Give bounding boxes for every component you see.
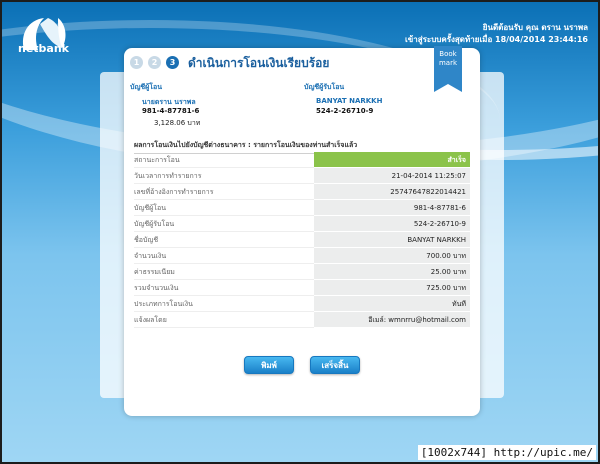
row-label: วันเวลาการทำรายการ <box>134 168 314 184</box>
print-button[interactable]: พิมพ์ <box>244 356 294 374</box>
row-label: ชื่อบัญชี <box>134 232 314 248</box>
row-value: 25747647822014421 <box>314 184 470 200</box>
table-row: ค่าธรรมเนียม 25.00 บาท <box>134 264 470 280</box>
row-label: จำนวนเงิน <box>134 248 314 264</box>
table-row: แจ้งผลโดย อีเมล์: wmnrru@hotmail.com <box>134 312 470 328</box>
bookmark-button[interactable]: Book mark <box>434 46 462 92</box>
logo-text: netbank <box>18 42 69 55</box>
from-account-heading: บัญชีผู้โอน <box>130 83 163 91</box>
row-value: BANYAT NARKKH <box>314 232 470 248</box>
row-value: 725.00 บาท <box>314 280 470 296</box>
row-value: 700.00 บาท <box>314 248 470 264</box>
page-title: ดำเนินการโอนเงินเรียบร้อย <box>188 56 330 70</box>
transfer-result-card: 1 2 3 ดำเนินการโอนเงินเรียบร้อย Book mar… <box>124 46 480 416</box>
to-account-name: BANYAT NARKKH <box>316 97 383 105</box>
row-value: 981-4-87781-6 <box>314 200 470 216</box>
table-row: บัญชีผู้รับโอน 524-2-26710-9 <box>134 216 470 232</box>
from-account-number: 981-4-87781-6 <box>142 107 200 115</box>
table-row: รวมจำนวนเงิน 725.00 บาท <box>134 280 470 296</box>
welcome-text: ยินดีต้อนรับ คุณ ดราน นราพล <box>482 23 588 32</box>
user-info: ยินดีต้อนรับ คุณ ดราน นราพล เข้าสู่ระบบค… <box>405 22 588 46</box>
table-row: บัญชีผู้โอน 981-4-87781-6 <box>134 200 470 216</box>
row-label: ค่าธรรมเนียม <box>134 264 314 280</box>
step-3: 3 <box>166 56 179 69</box>
row-label: บัญชีผู้รับโอน <box>134 216 314 232</box>
row-value: ทันที <box>314 296 470 312</box>
row-value: อีเมล์: wmnrru@hotmail.com <box>314 312 470 328</box>
row-value: 25.00 บาท <box>314 264 470 280</box>
row-value: 21-04-2014 11:25:07 <box>314 168 470 184</box>
table-row: เลขที่อ้างอิงการทำรายการ 2574764782201442… <box>134 184 470 200</box>
status-badge: สำเร็จ <box>314 152 470 168</box>
table-row: ประเภทการโอนเงิน ทันที <box>134 296 470 312</box>
step-indicator: 1 2 3 <box>130 56 179 69</box>
row-label: สถานะการโอน <box>134 152 314 168</box>
row-label: บัญชีผู้โอน <box>134 200 314 216</box>
table-row: จำนวนเงิน 700.00 บาท <box>134 248 470 264</box>
image-watermark: [1002x744] http://upic.me/ <box>417 445 596 460</box>
to-account-heading: บัญชีผู้รับโอน <box>304 83 345 91</box>
table-row: ชื่อบัญชี BANYAT NARKKH <box>134 232 470 248</box>
result-table: สถานะการโอน สำเร็จ วันเวลาการทำรายการ 21-0… <box>134 152 470 328</box>
last-login-text: เข้าสู่ระบบครั้งสุดท้ายเมื่อ 18/04/2014 … <box>405 35 588 44</box>
step-2: 2 <box>148 56 161 69</box>
row-label: เลขที่อ้างอิงการทำรายการ <box>134 184 314 200</box>
from-account-balance: 3,128.06 บาท <box>154 119 201 127</box>
step-1: 1 <box>130 56 143 69</box>
row-label: ประเภทการโอนเงิน <box>134 296 314 312</box>
row-label: แจ้งผลโดย <box>134 312 314 328</box>
row-label: รวมจำนวนเงิน <box>134 280 314 296</box>
bookmark-label-1: Book <box>439 50 457 58</box>
table-row: สถานะการโอน สำเร็จ <box>134 152 470 168</box>
to-account-number: 524-2-26710-9 <box>316 107 374 115</box>
bookmark-label-2: mark <box>438 59 458 67</box>
finish-button[interactable]: เสร็จสิ้น <box>310 356 360 374</box>
row-value: 524-2-26710-9 <box>314 216 470 232</box>
table-row: วันเวลาการทำรายการ 21-04-2014 11:25:07 <box>134 168 470 184</box>
